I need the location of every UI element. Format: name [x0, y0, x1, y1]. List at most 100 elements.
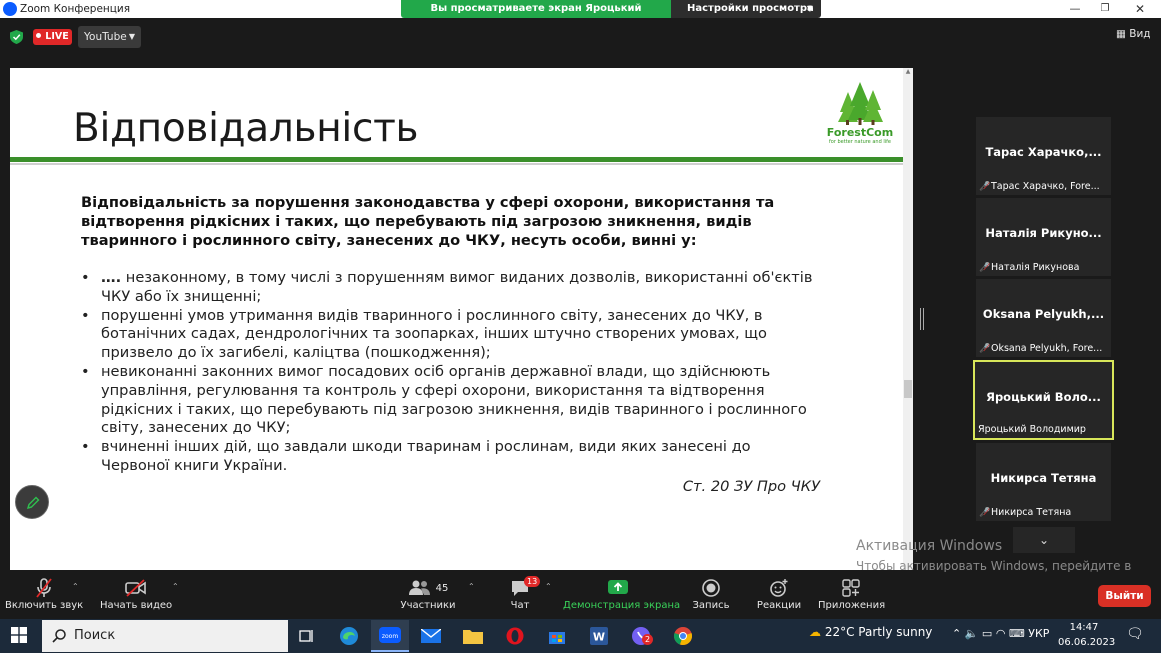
- participant-tile[interactable]: Наталія Рикуно... 🎤̸Наталія Рикунова: [976, 198, 1111, 276]
- scrollbar-thumb[interactable]: [904, 380, 912, 398]
- participant-label-text: Oksana Pelyukh, Fore...: [991, 343, 1103, 354]
- close-button[interactable]: ✕: [1125, 0, 1155, 18]
- participants-button[interactable]: 45 Участники: [398, 576, 458, 618]
- weather-widget[interactable]: ☁ 22°C Partly sunny: [809, 625, 932, 639]
- shared-screen-scrollbar[interactable]: [903, 68, 913, 570]
- chat-label: Чат: [510, 600, 530, 611]
- view-options-label: Настройки просмотра: [687, 3, 814, 14]
- maximize-button[interactable]: ❐: [1090, 0, 1120, 18]
- mail-icon[interactable]: [412, 620, 450, 652]
- leave-button[interactable]: Выйти: [1098, 585, 1151, 607]
- record-icon: [702, 579, 720, 597]
- bullet-text: вчиненні інших дій, що завдали шкоди тва…: [101, 438, 751, 474]
- slide-citation: Ст. 20 ЗУ Про ЧКУ: [682, 478, 820, 495]
- mic-muted-icon: 🎤̸: [979, 263, 991, 273]
- notifications-icon[interactable]: 🗨: [1126, 626, 1144, 644]
- system-tray[interactable]: ⌃ 🔈 ▭ ◠ ⌨ УКР: [952, 627, 1049, 640]
- sun-cloud-icon: ☁: [809, 625, 825, 639]
- edge-icon[interactable]: [330, 620, 368, 652]
- participant-name: Oksana Pelyukh,...: [982, 307, 1105, 321]
- bullet-text: порушенні умов утримання видів тваринног…: [101, 306, 767, 362]
- clock-date: 06.06.2023: [1058, 637, 1116, 648]
- start-video-label: Начать видео: [100, 600, 173, 611]
- stream-target-label: YouTube: [84, 31, 127, 43]
- participant-name: Тарас Харачко,...: [985, 145, 1102, 159]
- viber-badge: 2: [642, 634, 654, 645]
- windows-activation-title: Активация Windows: [856, 538, 1003, 554]
- participant-tile[interactable]: Тарас Харачко,... 🎤̸Тарас Харачко, Fore.…: [976, 117, 1111, 195]
- mic-muted-icon: 🎤̸: [979, 344, 991, 354]
- participant-label-text: Ярoцький Володимир: [978, 424, 1086, 435]
- mic-muted-icon: [36, 578, 52, 598]
- participants-count: 45: [435, 582, 449, 594]
- store-icon[interactable]: [538, 620, 576, 652]
- file-explorer-icon[interactable]: [454, 620, 492, 652]
- svg-text:zoom: zoom: [382, 633, 398, 640]
- participant-tile-active-speaker[interactable]: Яроцький Воло... Ярoцький Володимир: [973, 360, 1114, 440]
- list-item: порушенні умов утримання видів тваринног…: [81, 307, 821, 363]
- language-indicator: УКР: [1028, 627, 1050, 640]
- participant-tile[interactable]: Oksana Pelyukh,... 🎤̸Oksana Pelyukh, For…: [976, 279, 1111, 357]
- live-badge[interactable]: LIVE: [33, 29, 72, 45]
- apps-button[interactable]: Приложения: [818, 576, 885, 618]
- more-participants-chevron-icon[interactable]: ⌄: [1013, 527, 1075, 553]
- chrome-icon[interactable]: [664, 620, 702, 652]
- start-video-button[interactable]: Начать видео: [100, 576, 172, 618]
- chevron-down-icon: ▼: [806, 4, 813, 13]
- record-label: Запись: [692, 600, 730, 611]
- keyboard-icon: ⌨: [1008, 627, 1029, 640]
- chat-button[interactable]: 13 Чат: [500, 576, 541, 618]
- participants-icon: [408, 580, 430, 595]
- chat-badge: 13: [524, 576, 541, 587]
- task-view-icon[interactable]: [288, 620, 326, 652]
- participants-options-chevron-icon[interactable]: ⌃: [468, 582, 475, 591]
- search-placeholder: Поиск: [74, 628, 116, 643]
- bullet-text: невиконанні законних вимог посадових осі…: [101, 362, 807, 437]
- participant-name: Никирса Тетяна: [990, 471, 1097, 485]
- opera-icon[interactable]: [496, 620, 534, 652]
- speaker-icon: 🔈: [964, 627, 982, 640]
- svg-text:W: W: [593, 631, 605, 644]
- clock[interactable]: 14:47 06.06.2023: [1058, 620, 1116, 650]
- list-item: вчиненні інших дій, що завдали шкоди тва…: [81, 438, 821, 476]
- wifi-icon: ◠: [995, 627, 1009, 640]
- annotate-button[interactable]: [15, 485, 49, 519]
- shield-icon[interactable]: [10, 30, 23, 44]
- share-screen-button[interactable]: Демонстрация экрана: [563, 576, 680, 618]
- minimize-button[interactable]: —: [1060, 0, 1090, 18]
- participant-label: 🎤̸Тарас Харачко, Fore...: [979, 181, 1108, 192]
- zoom-taskbar-icon[interactable]: zoom: [371, 620, 409, 652]
- slide-title: Відповідальність: [73, 106, 419, 151]
- apps-icon: [842, 579, 860, 597]
- scroll-up-icon[interactable]: ▲: [903, 68, 913, 78]
- record-button[interactable]: Запись: [690, 576, 732, 618]
- participant-label: 🎤̸Наталія Рикунова: [979, 262, 1108, 273]
- stream-target-dropdown[interactable]: YouTube ▼: [78, 26, 141, 48]
- view-button[interactable]: ▦ Вид: [1116, 28, 1151, 40]
- grid-icon: ▦: [1116, 28, 1130, 40]
- taskbar-search-input[interactable]: Поиск: [42, 620, 288, 652]
- list-item: невиконанні законних вимог посадових осі…: [81, 363, 821, 438]
- pencil-icon: [26, 496, 40, 510]
- meeting-topbar: [0, 18, 1161, 56]
- slide-intro: Відповідальність за порушення законодавс…: [81, 194, 775, 249]
- splitter-handle[interactable]: [920, 308, 924, 330]
- video-off-icon: [125, 579, 146, 597]
- windows-start-icon[interactable]: [11, 627, 27, 643]
- slide-divider-gray: [10, 163, 903, 165]
- chevron-up-icon: ⌃: [952, 627, 965, 640]
- participant-name: Яроцький Воло...: [986, 390, 1101, 404]
- participant-label: 🎤̸Никирса Тетяна: [979, 507, 1108, 518]
- viber-icon[interactable]: 2: [622, 620, 660, 652]
- view-label: Вид: [1129, 28, 1151, 40]
- reactions-button[interactable]: Реакции: [755, 576, 803, 618]
- word-icon[interactable]: W: [580, 620, 618, 652]
- participant-tile[interactable]: Никирса Тетяна 🎤̸Никирса Тетяна: [976, 443, 1111, 521]
- video-options-chevron-icon[interactable]: ⌃: [172, 582, 179, 591]
- audio-options-chevron-icon[interactable]: ⌃: [72, 582, 79, 591]
- zoom-logo-icon: [3, 2, 17, 16]
- view-options-dropdown[interactable]: Настройки просмотра ▼: [671, 0, 821, 18]
- bullet-text: незаконному, в тому числі з порушенням в…: [101, 269, 813, 305]
- chat-options-chevron-icon[interactable]: ⌃: [545, 582, 552, 591]
- participant-label-text: Наталія Рикунова: [991, 262, 1080, 273]
